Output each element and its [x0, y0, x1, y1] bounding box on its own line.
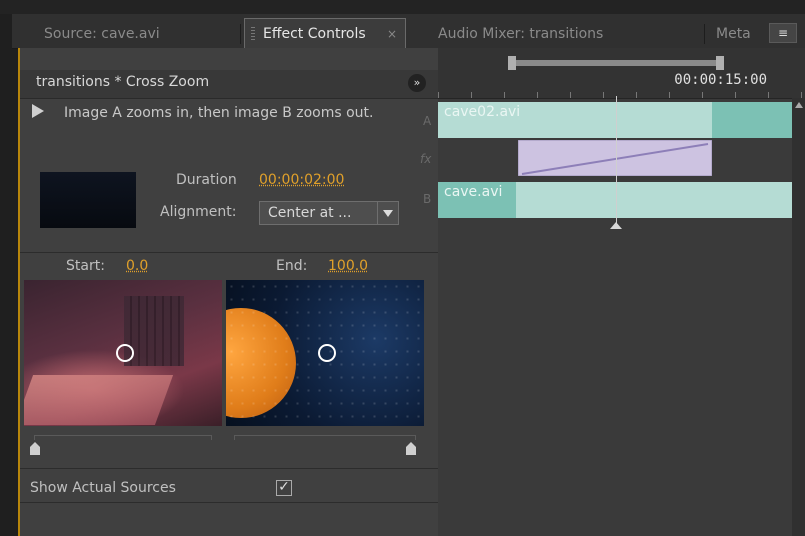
end-label: End:	[276, 258, 308, 274]
tab-effect-controls-label: Effect Controls	[263, 26, 366, 42]
start-slider-thumb[interactable]	[30, 442, 40, 456]
track-b: cave.avi	[438, 182, 792, 218]
end-slider-track[interactable]	[234, 435, 416, 440]
tab-source-label: Source: cave.avi	[44, 26, 160, 42]
show-actual-sources-checkbox[interactable]: ✓	[276, 480, 292, 496]
clip-b[interactable]: cave.avi	[438, 182, 516, 218]
fx-icon: fx	[420, 152, 432, 166]
show-timeline-icon[interactable]: »	[408, 74, 426, 92]
alignment-selected-value: Center at ...	[268, 205, 352, 221]
show-actual-sources-label: Show Actual Sources	[30, 480, 176, 496]
timeline-panel: 00:00:15:00 A fx B cave02.avi cave.avi	[420, 48, 805, 536]
tab-separator	[240, 24, 241, 44]
zoom-scroll-bar[interactable]	[508, 60, 720, 66]
clip-a-handle[interactable]	[712, 102, 792, 138]
track-b-letter: B	[423, 192, 432, 206]
window-frame-top	[0, 0, 805, 14]
tab-audio-mixer-label: Audio Mixer: transitions	[438, 26, 604, 42]
divider	[20, 252, 440, 253]
end-center-handle[interactable]	[318, 344, 336, 362]
clip-b-body[interactable]	[516, 182, 792, 218]
zoom-handle-left[interactable]	[508, 56, 516, 70]
tab-source[interactable]: Source: cave.avi	[44, 20, 254, 48]
tab-effect-controls[interactable]: Effect Controls ×	[244, 18, 406, 48]
divider	[20, 468, 440, 469]
zoom-handle-right[interactable]	[716, 56, 724, 70]
effect-title: transitions * Cross Zoom	[36, 74, 210, 90]
tab-audio-mixer[interactable]: Audio Mixer: transitions	[438, 20, 688, 48]
scroll-up-icon[interactable]	[795, 102, 803, 108]
start-slider-track[interactable]	[34, 435, 212, 440]
drag-grip-icon[interactable]	[251, 27, 255, 41]
divider	[20, 502, 440, 503]
duration-value[interactable]: 00:00:02:00	[259, 172, 344, 188]
panel-tab-bar: Source: cave.avi Effect Controls × Audio…	[12, 14, 805, 49]
time-ruler[interactable]: 00:00:15:00	[438, 48, 805, 99]
transition-preview-thumbnail	[40, 172, 136, 228]
alignment-select[interactable]: Center at ...	[259, 201, 399, 225]
ruler-ticks	[438, 92, 805, 98]
effect-controls-panel: transitions * Cross Zoom » Image A zooms…	[18, 48, 440, 536]
start-value[interactable]: 0.0	[126, 258, 148, 274]
transition-block[interactable]	[518, 140, 712, 176]
playhead-marker-icon[interactable]	[610, 222, 622, 229]
play-preview-icon[interactable]	[32, 104, 44, 118]
tab-metadata-label: Meta	[716, 26, 751, 42]
image-b-preview[interactable]	[226, 280, 424, 426]
clip-a[interactable]: cave02.avi	[438, 102, 712, 138]
tab-metadata[interactable]: Meta	[716, 20, 760, 48]
effect-header: transitions * Cross Zoom »	[20, 70, 440, 99]
vertical-scrollbar[interactable]	[792, 98, 805, 536]
timecode-label: 00:00:15:00	[674, 72, 767, 88]
track-fx	[438, 140, 792, 176]
playhead[interactable]	[616, 96, 617, 226]
track-a-letter: A	[423, 114, 432, 128]
effect-description: Image A zooms in, then image B zooms out…	[64, 105, 374, 121]
image-a-preview[interactable]	[24, 280, 222, 426]
close-icon[interactable]: ×	[387, 19, 397, 48]
duration-label: Duration	[176, 172, 237, 188]
panel-menu-icon[interactable]: ≡	[769, 23, 797, 43]
start-label: Start:	[66, 258, 105, 274]
chevron-down-icon[interactable]	[377, 202, 398, 224]
track-a: cave02.avi	[438, 102, 792, 138]
image-a-plank	[24, 375, 174, 425]
start-center-handle[interactable]	[116, 344, 134, 362]
tab-separator	[704, 24, 705, 44]
end-value[interactable]: 100.0	[328, 258, 368, 274]
alignment-label: Alignment:	[160, 204, 237, 220]
end-slider-thumb[interactable]	[406, 442, 416, 456]
